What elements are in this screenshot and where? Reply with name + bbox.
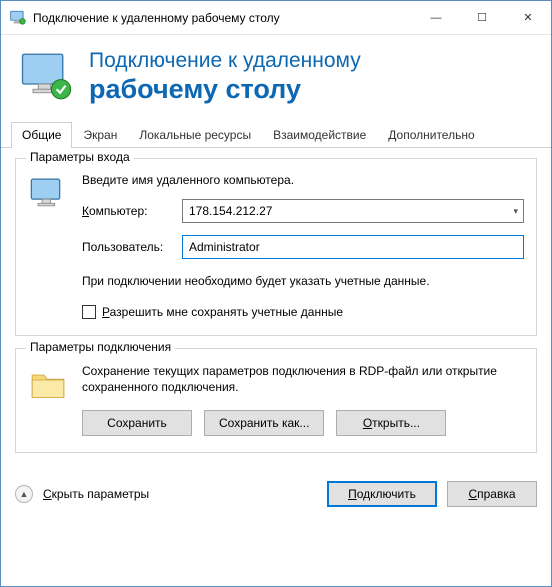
credentials-note: При подключении необходимо будет указать… — [82, 273, 524, 289]
chevron-down-icon: ▾ — [513, 206, 518, 217]
connection-description: Сохранение текущих параметров подключени… — [82, 363, 524, 395]
tab-content: Параметры входа Введите имя удаленного к… — [1, 148, 551, 471]
tab-local-resources[interactable]: Локальные ресурсы — [128, 122, 262, 148]
connection-groupbox: Параметры подключения Сохранение текущих… — [15, 348, 537, 452]
folder-icon — [28, 365, 68, 405]
hide-options-link[interactable]: Скрыть параметры — [43, 487, 149, 501]
login-group-title: Параметры входа — [26, 150, 134, 164]
user-row: Пользователь: Administrator — [82, 235, 524, 259]
header-banner: Подключение к удаленному рабочему столу — [1, 35, 551, 121]
help-button[interactable]: Справка — [447, 481, 537, 507]
tab-display[interactable]: Экран — [72, 122, 128, 148]
save-credentials-checkbox[interactable] — [82, 305, 96, 319]
computer-icon — [28, 175, 68, 215]
computer-value: 178.154.212.27 — [189, 204, 272, 218]
connection-group-title: Параметры подключения — [26, 340, 175, 354]
open-button[interactable]: Открыть... — [336, 410, 446, 436]
header-line2: рабочему столу — [89, 74, 361, 105]
username-value: Administrator — [189, 240, 260, 254]
minimize-button[interactable]: — — [413, 1, 459, 34]
save-credentials-row: Разрешить мне сохранять учетные данные — [82, 305, 524, 319]
login-groupbox: Параметры входа Введите имя удаленного к… — [15, 158, 537, 336]
header-text: Подключение к удаленному рабочему столу — [89, 49, 361, 104]
bottom-bar: ▲ Скрыть параметры Подключить Справка — [1, 471, 551, 519]
tab-general[interactable]: Общие — [11, 122, 72, 148]
save-button[interactable]: Сохранить — [82, 410, 192, 436]
computer-combobox[interactable]: 178.154.212.27 ▾ — [182, 199, 524, 223]
username-input[interactable]: Administrator — [182, 235, 524, 259]
title-bar: Подключение к удаленному рабочему столу … — [1, 1, 551, 35]
computer-label: Компьютер: — [82, 204, 182, 218]
app-icon — [9, 9, 27, 27]
header-line1: Подключение к удаленному — [89, 49, 361, 73]
login-intro-text: Введите имя удаленного компьютера. — [82, 173, 524, 187]
tab-advanced[interactable]: Дополнительно — [377, 122, 485, 148]
connect-button[interactable]: Подключить — [327, 481, 437, 507]
tab-experience[interactable]: Взаимодействие — [262, 122, 377, 148]
save-credentials-label: Разрешить мне сохранять учетные данные — [102, 305, 343, 319]
user-label: Пользователь: — [82, 240, 182, 254]
close-button[interactable]: ✕ — [505, 1, 551, 34]
maximize-button[interactable]: ☐ — [459, 1, 505, 34]
rdp-icon — [19, 49, 75, 105]
save-as-button[interactable]: Сохранить как... — [204, 410, 324, 436]
connection-buttons: Сохранить Сохранить как... Открыть... — [82, 410, 524, 436]
tab-bar: Общие Экран Локальные ресурсы Взаимодейс… — [1, 121, 551, 148]
computer-row: Компьютер: 178.154.212.27 ▾ — [82, 199, 524, 223]
window-title: Подключение к удаленному рабочему столу — [33, 11, 413, 25]
collapse-icon[interactable]: ▲ — [15, 485, 33, 503]
